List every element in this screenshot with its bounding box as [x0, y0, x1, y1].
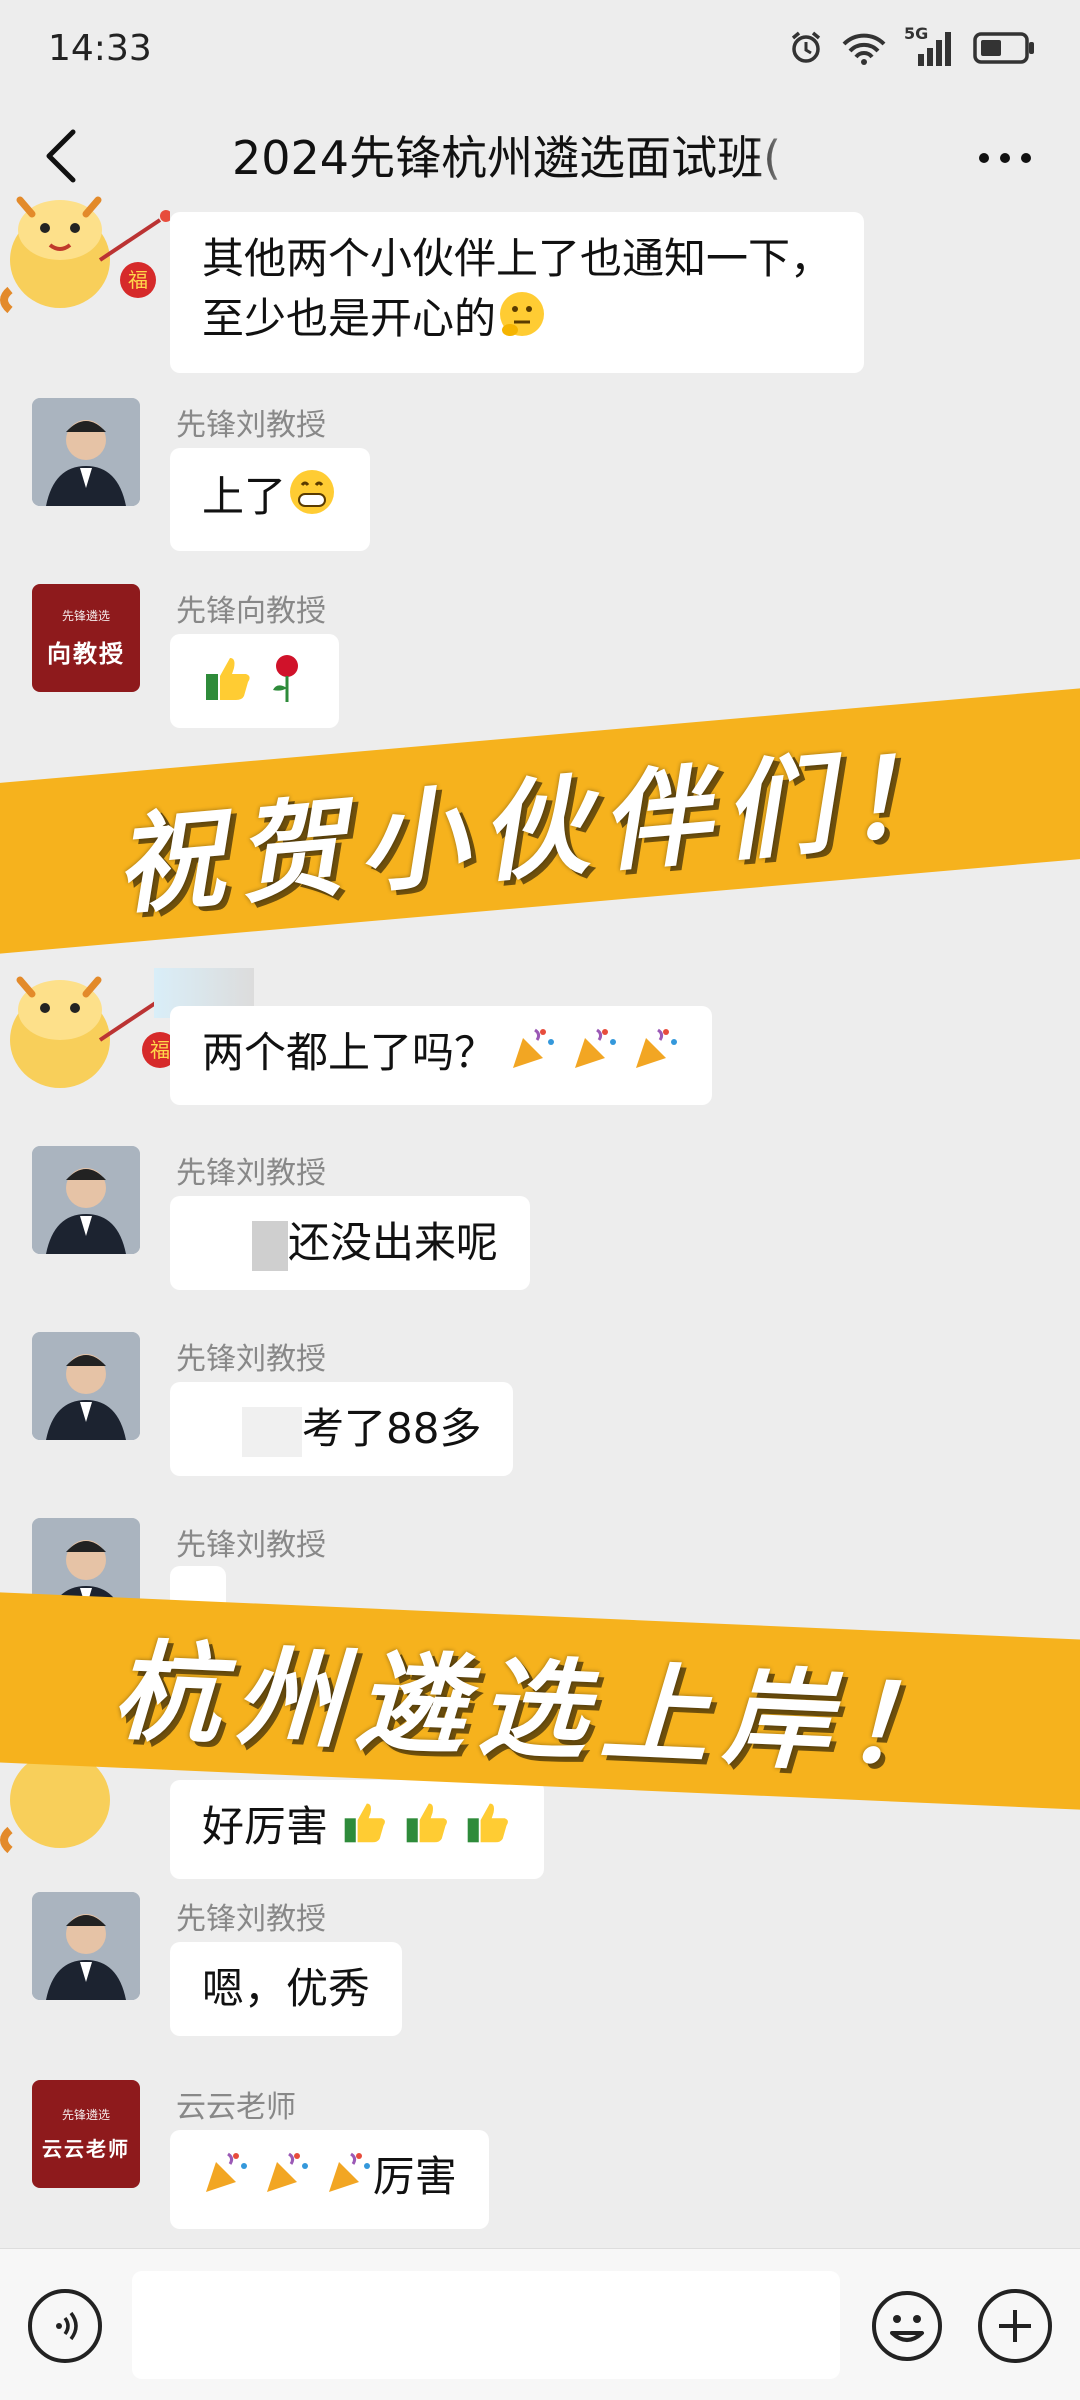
sender-name: 先锋刘教授: [176, 1342, 326, 1377]
party-popper-icon: [571, 1024, 619, 1087]
message-bubble[interactable]: 还没出来呢: [170, 1196, 531, 1290]
message-bubble[interactable]: 嗯，优秀: [170, 1942, 403, 2036]
sender-name: 先锋向教授: [176, 594, 326, 629]
sender-name: 先锋刘教授: [176, 1528, 326, 1563]
thumbs-up-icon: [202, 652, 254, 719]
battery-icon: [973, 32, 1034, 64]
avatar[interactable]: [32, 1146, 140, 1254]
redacted-name: [242, 1406, 302, 1457]
thinking-emoji-icon: [496, 288, 548, 355]
fu-badge: 福: [128, 268, 148, 292]
chat-title: 2024先锋杭州遴选面试班(: [232, 131, 782, 185]
message-text: 考了88多: [302, 1404, 482, 1453]
input-bar: [0, 2248, 1080, 2400]
party-popper-icon: [632, 1024, 680, 1087]
party-popper-icon: [325, 2148, 373, 2211]
wifi-icon: [842, 33, 886, 65]
sender-name: 先锋刘教授: [176, 1902, 326, 1937]
grin-emoji-icon: [286, 466, 338, 533]
title-fade: [752, 130, 842, 180]
sender-name: 云云老师: [176, 2090, 296, 2125]
professor-photo-icon: [32, 398, 140, 506]
redacted-name: [252, 1220, 288, 1271]
sender-name: 先锋刘教授: [176, 1156, 326, 1191]
chat-screen: 14:33 5G 2024先锋杭州遴选面试班(福 其他两个小伙伴上了也通知一下…: [0, 0, 1080, 2400]
party-popper-icon: [263, 2148, 311, 2211]
message-bubble[interactable]: [170, 634, 340, 728]
sender-name: 先锋刘教授: [176, 408, 326, 443]
avatar[interactable]: 先锋遴选 云云老师: [32, 2080, 140, 2188]
message-input[interactable]: [132, 2271, 840, 2379]
emoji-icon: [872, 2291, 942, 2361]
message-text: 其他两个小伙伴上了也通知一下，: [202, 234, 833, 283]
professor-photo-icon: [32, 1146, 140, 1254]
message-text: 两个都上了吗？: [202, 1028, 497, 1077]
status-bar: 14:33 5G: [0, 0, 1080, 100]
banner-text: 祝贺小伙伴们！: [109, 729, 972, 930]
message-bubble[interactable]: 好厉害: [170, 1780, 545, 1879]
status-time: 14:33: [48, 28, 152, 69]
message-text: 嗯，优秀: [202, 1964, 371, 2013]
message-text: 好厉害: [202, 1802, 329, 1851]
message-text: 厉害: [372, 2152, 457, 2201]
rose-icon: [267, 652, 307, 719]
avatar-brand: 先锋遴选: [61, 2108, 110, 2122]
message-bubble[interactable]: 上了: [170, 448, 371, 551]
avatar[interactable]: 先锋遴选 向教授: [32, 584, 140, 692]
thumbs-up-icon: [341, 1798, 389, 1861]
avatar[interactable]: [32, 1892, 140, 2000]
voice-icon: [56, 2311, 78, 2341]
professor-photo-icon: [32, 1892, 140, 2000]
dragon-sticker-avatar: 福: [0, 196, 170, 314]
message-bubble[interactable]: 两个都上了吗？: [170, 1006, 713, 1105]
banner-text: 杭州遴选上岸！: [110, 1628, 969, 1792]
message-bubble[interactable]: 考了88多: [170, 1382, 514, 1476]
plus-icon: [999, 2310, 1031, 2342]
party-popper-icon: [202, 2148, 250, 2211]
avatar[interactable]: [32, 1332, 140, 1440]
message-text: 还没出来呢: [288, 1218, 499, 1267]
emoji-button[interactable]: [870, 2289, 944, 2363]
status-icons: 5G: [788, 24, 1036, 68]
message-text: 至少也是开心的: [202, 294, 497, 343]
alarm-icon: [791, 31, 821, 63]
thumbs-up-icon: [464, 1798, 512, 1861]
voice-button[interactable]: [28, 2289, 102, 2363]
party-popper-icon: [509, 1024, 557, 1087]
message-text: 上了: [202, 472, 287, 521]
signal-icon: 5G: [904, 24, 956, 68]
avatar-text: 向教授: [47, 639, 125, 668]
professor-photo-icon: [32, 1332, 140, 1440]
message-bubble[interactable]: 厉害: [170, 2130, 489, 2229]
message-bubble[interactable]: 其他两个小伙伴上了也通知一下， 至少也是开心的: [170, 212, 865, 373]
more-button[interactable]: [970, 128, 1040, 188]
dragon-sticker-avatar: 福: [10, 976, 170, 1088]
more-icon: [979, 153, 1031, 163]
avatar-text: 云云老师: [42, 2137, 130, 2161]
avatar[interactable]: [32, 398, 140, 506]
avatar-brand: 先锋遴选: [61, 609, 110, 623]
plus-button[interactable]: [978, 2289, 1052, 2363]
thumbs-up-icon: [403, 1798, 451, 1861]
congrats-banner: 祝贺小伙伴们！: [0, 685, 1080, 957]
fu-badge: 福: [150, 1038, 170, 1062]
